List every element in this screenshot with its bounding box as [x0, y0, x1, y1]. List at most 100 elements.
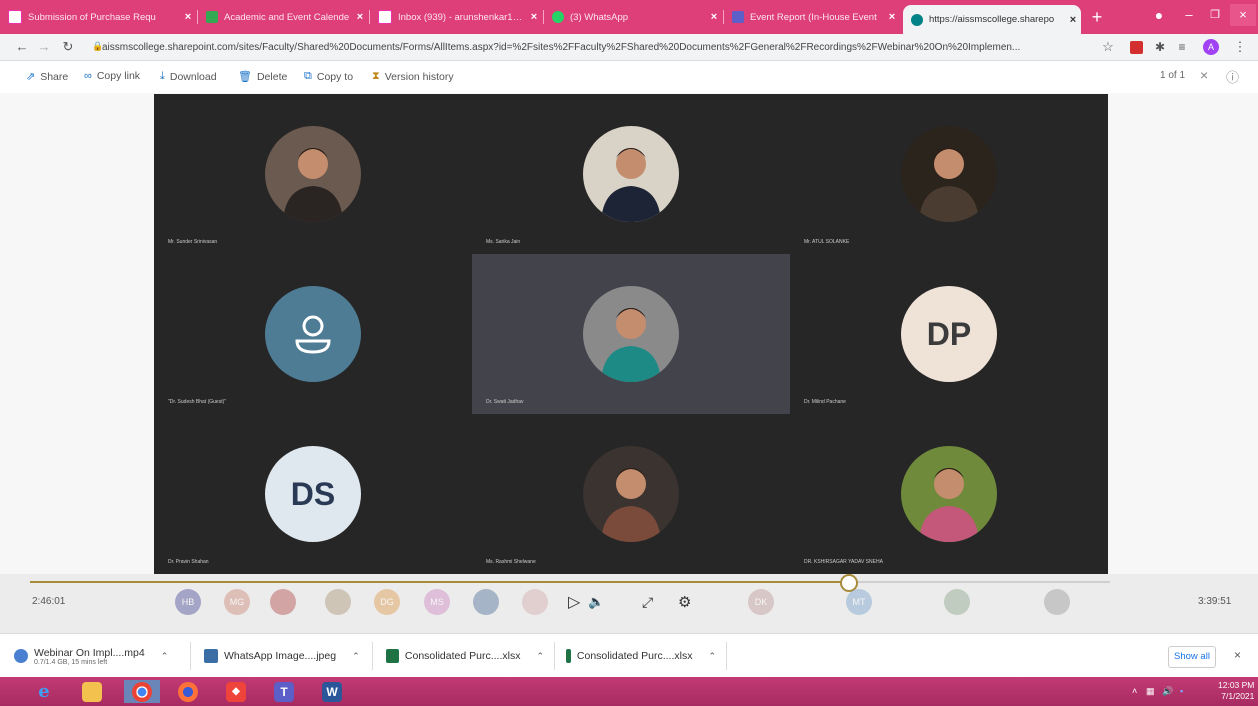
avatar: DS	[265, 446, 361, 542]
strip-avatar	[473, 589, 499, 615]
participant-name: Dr. Swati Jadhav	[486, 399, 524, 405]
person-photo-icon	[601, 468, 661, 542]
image-file-icon	[204, 649, 218, 663]
tray-chevron-icon[interactable]: ˄	[1132, 686, 1137, 696]
file-explorer-icon[interactable]	[74, 680, 110, 703]
download-item-3[interactable]: Consolidated Purc....xlsx ⌃	[566, 642, 727, 670]
extensions-puzzle-icon[interactable]: ✱	[1150, 37, 1170, 57]
tab-close-icon[interactable]: ×	[180, 11, 196, 23]
fullscreen-icon[interactable]: ⤢	[642, 594, 653, 611]
tab-close-icon[interactable]: ×	[884, 11, 900, 23]
participant-tile: Ms. Rashmi Shelwane	[472, 414, 790, 574]
tab-2[interactable]: Inbox (939) - arunshenkar14@ ×	[370, 4, 542, 30]
version-history-button[interactable]: ⧗ Version history	[372, 70, 454, 83]
gmail-icon	[8, 10, 22, 24]
back-arrow-icon[interactable]: ←	[12, 37, 32, 57]
bookmark-star-icon[interactable]: ☆	[1098, 37, 1118, 57]
excel-file-icon	[386, 649, 399, 663]
tab-title: Submission of Purchase Requ	[28, 11, 156, 23]
address-bar[interactable]: 🔒 aissmscollege.sharepoint.com/sites/Fac…	[88, 37, 1128, 57]
reading-list-icon[interactable]: ≡	[1172, 37, 1192, 57]
internet-explorer-icon[interactable]: e	[26, 680, 62, 703]
volume-icon[interactable]: 🔈	[588, 594, 604, 610]
download-button[interactable]: ⤓ Download	[160, 70, 217, 83]
reload-icon[interactable]: ↻	[58, 37, 78, 57]
tab-0[interactable]: Submission of Purchase Requ ×	[0, 4, 196, 30]
volume-tray-icon[interactable]: 🔊	[1162, 686, 1173, 697]
participant-tile: DP Dr. Milind Pachane	[790, 254, 1108, 414]
tab-title: https://aissmscollege.sharepo	[929, 14, 1055, 25]
clock-date: 7/1/2021	[1221, 691, 1255, 701]
network-icon[interactable]: ▦	[1146, 686, 1155, 697]
participant-name: Dr. Milind Pachane	[804, 399, 846, 405]
info-icon[interactable]: ⓘ	[1226, 67, 1239, 86]
close-viewer-icon[interactable]: ×	[1200, 67, 1208, 83]
tab-5-active[interactable]: https://aissmscollege.sharepo ×	[903, 5, 1081, 34]
tab-4[interactable]: Event Report (In-House Event ×	[724, 4, 900, 30]
share-icon: ⇗	[26, 71, 36, 83]
url-text[interactable]: aissmscollege.sharepoint.com/sites/Facul…	[102, 42, 1092, 53]
close-window-button[interactable]: ×	[1230, 4, 1256, 26]
firefox-icon[interactable]	[170, 680, 206, 703]
download-label: Download	[169, 70, 217, 83]
kebab-menu-icon[interactable]: ⋮	[1230, 37, 1250, 57]
avatar	[901, 126, 997, 222]
seek-progress	[30, 581, 848, 583]
taskbar-clock[interactable]: 12:03 PM 7/1/2021	[1218, 680, 1254, 702]
close-download-bar-icon[interactable]: ×	[1234, 648, 1241, 662]
tab-close-icon[interactable]: ×	[526, 11, 542, 23]
tab-close-icon[interactable]: ×	[706, 11, 722, 23]
chevron-up-icon[interactable]: ⌃	[536, 651, 544, 662]
participant-name: Ms. Sarika Jain	[486, 239, 521, 245]
seek-track[interactable]	[30, 574, 1110, 592]
teams-icon[interactable]: T	[266, 680, 302, 703]
copy-to-button[interactable]: ⧉ Copy to	[304, 70, 353, 83]
tab-1[interactable]: Academic and Event Calende ×	[198, 4, 368, 30]
tab-3[interactable]: (3) WhatsApp ×	[544, 4, 722, 30]
tab-close-icon[interactable]: ×	[352, 11, 368, 23]
word-icon[interactable]: W	[314, 680, 350, 703]
avatar	[583, 286, 679, 382]
pdf-extension-icon[interactable]	[1130, 41, 1143, 54]
anydesk-icon[interactable]: ◆	[218, 680, 254, 703]
download-item-1[interactable]: WhatsApp Image....jpeg ⌃	[204, 642, 373, 670]
avatar	[901, 446, 997, 542]
strip-avatar	[325, 589, 351, 615]
download-item-0[interactable]: Webinar On Impl....mp4 0.7/1.4 GB, 15 mi…	[14, 642, 191, 670]
chevron-up-icon[interactable]: ⌃	[352, 651, 360, 662]
download-item-2[interactable]: Consolidated Purc....xlsx ⌃	[386, 642, 555, 670]
browser-toolbar: ← → ↻ 🔒 aissmscollege.sharepoint.com/sit…	[0, 34, 1258, 61]
sharepoint-icon	[911, 13, 923, 26]
download-icon: ⤓	[160, 70, 165, 82]
participant-tile: Mr. ATUL SOLANKE	[790, 94, 1108, 254]
strip-avatar	[270, 589, 296, 615]
show-all-button[interactable]: Show all	[1168, 646, 1216, 668]
new-tab-button[interactable]: +	[1086, 6, 1108, 28]
copy-link-button[interactable]: ∞ Copy link	[84, 70, 140, 82]
person-photo-icon	[919, 468, 979, 542]
player-controls: 2:46:01 3:39:51 HB MG DG MS DK MT ▷ 🔈 ⤢ ⚙	[0, 574, 1258, 633]
maximize-button[interactable]: ❐	[1204, 4, 1226, 26]
chevron-up-icon[interactable]: ⌃	[708, 651, 716, 662]
guest-person-icon	[295, 315, 331, 354]
participant-tile: Dr. Swati Jadhav	[472, 254, 790, 414]
share-button[interactable]: ⇗ Share	[26, 70, 68, 84]
chevron-up-icon[interactable]: ⌃	[161, 651, 169, 662]
chrome-icon[interactable]	[124, 680, 160, 703]
play-icon[interactable]: ▷	[568, 592, 580, 612]
tab-close-icon[interactable]: ×	[1065, 14, 1081, 26]
minimize-button[interactable]: –	[1178, 4, 1200, 26]
profile-avatar[interactable]: A	[1203, 39, 1219, 55]
copy-to-label: Copy to	[316, 70, 354, 83]
sharepoint-command-bar: ⇗ Share ∞ Copy link ⤓ Download 🗑 Delete ⧉ Cop…	[0, 61, 1258, 93]
participant-name: DR. KSHIRSAGAR YADAV SNEHA	[804, 559, 883, 565]
notification-icon[interactable]: ▪	[1180, 686, 1183, 696]
person-photo-icon	[601, 148, 661, 222]
settings-gear-icon[interactable]: ⚙	[678, 593, 691, 611]
delete-button[interactable]: 🗑 Delete	[238, 70, 287, 84]
forward-arrow-icon[interactable]: →	[34, 37, 54, 57]
person-photo-icon	[919, 148, 979, 222]
excel-file-icon	[566, 649, 571, 663]
download-bar: Webinar On Impl....mp4 0.7/1.4 GB, 15 mi…	[0, 633, 1258, 678]
whatsapp-icon	[552, 11, 564, 23]
